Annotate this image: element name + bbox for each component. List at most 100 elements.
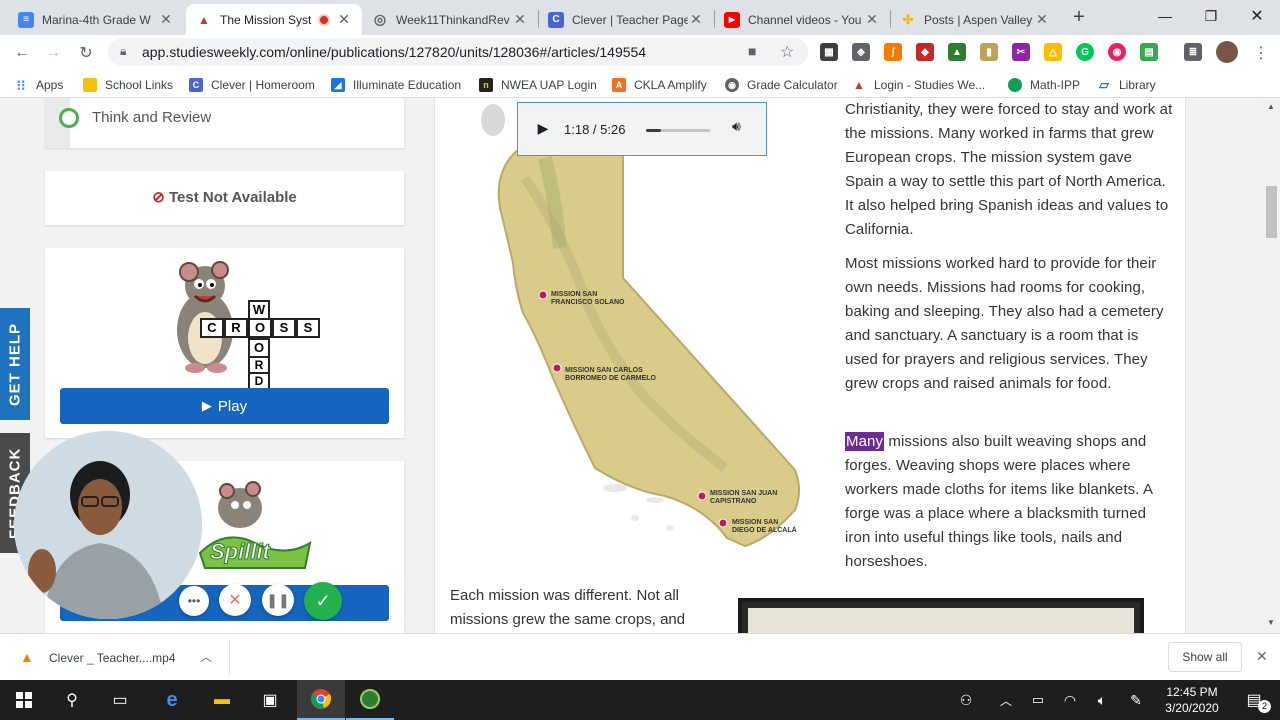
bookmark-clever[interactable]: C Clever | Homeroom: [189, 76, 315, 94]
browser-tab-5[interactable]: ▶ Channel videos - You ✕: [714, 4, 890, 35]
cancel-recording-button[interactable]: ✕: [219, 584, 251, 616]
download-divider: [229, 640, 230, 674]
browser-tab-3[interactable]: ◎ Week11ThinkandRev ✕: [362, 4, 538, 35]
chrome-taskbar-icon[interactable]: [297, 680, 345, 720]
screencast-app-icon[interactable]: [346, 680, 394, 720]
prohibited-icon: ⊘: [152, 189, 165, 206]
map-label-capistrano: MISSION SAN JUAN CAPISTRANO: [710, 490, 778, 505]
bookmark-math-ipp[interactable]: Math-IPP: [1008, 76, 1080, 94]
menu-kebab-icon[interactable]: ⋮: [1248, 40, 1274, 66]
highlighted-word[interactable]: Many: [845, 432, 885, 451]
tab-close-icon[interactable]: ✕: [1034, 11, 1050, 28]
close-window-button[interactable]: ✕: [1234, 0, 1280, 32]
url-text[interactable]: app.studiesweekly.com/online/publication…: [142, 44, 646, 60]
extension-icon-3[interactable]: ʃ: [884, 43, 902, 61]
extension-icon-1[interactable]: ▦: [820, 43, 838, 61]
extension-icon-10[interactable]: ◉: [1108, 43, 1126, 61]
bookmark-label: School Links: [105, 78, 174, 92]
download-options-chevron-icon[interactable]: ︿: [200, 648, 212, 665]
reading-list-icon[interactable]: ≣: [1184, 43, 1202, 61]
audio-time: 1:18 / 5:26: [564, 122, 626, 137]
store-icon[interactable]: ▣: [246, 680, 294, 720]
more-options-button[interactable]: •••: [179, 586, 209, 616]
close-download-bar-icon[interactable]: ✕: [1256, 648, 1268, 665]
search-icon[interactable]: ⚲: [48, 680, 96, 720]
crossword-play-button[interactable]: ▶ Play: [60, 388, 389, 424]
new-tab-button[interactable]: +: [1068, 6, 1090, 28]
article-paragraph-4: Each mission was different. Not all miss…: [450, 587, 686, 628]
extension-icon-6[interactable]: ▮: [980, 43, 998, 61]
progress-circle-icon: [59, 108, 79, 128]
tab-title: Posts | Aspen Valley: [924, 12, 1033, 27]
tab-close-icon[interactable]: ✕: [336, 11, 352, 28]
grammarly-icon[interactable]: G: [1076, 43, 1094, 61]
pen-ink-icon[interactable]: ✎: [1112, 680, 1160, 720]
pause-recording-button[interactable]: ❚❚: [262, 584, 294, 616]
tab-close-icon[interactable]: ✕: [864, 11, 880, 28]
bookmark-grade-calc[interactable]: ◉ Grade Calculator: [725, 76, 838, 94]
think-review-card[interactable]: Think and Review: [45, 98, 404, 148]
folder-icon: [83, 78, 97, 92]
paragraph-3-text: missions also built weaving shops and fo…: [845, 433, 1153, 570]
forward-button[interactable]: →: [40, 40, 66, 66]
download-filename[interactable]: Clever _ Teacher....mp4: [49, 651, 176, 665]
profile-avatar[interactable]: [1216, 41, 1238, 63]
screencast-logo-icon: [360, 689, 380, 709]
show-all-button[interactable]: Show all: [1168, 642, 1242, 672]
vlc-cone-icon: ▲: [20, 649, 34, 665]
audio-progress-fill: [646, 129, 662, 132]
extension-icon-7[interactable]: ✂: [1012, 43, 1030, 61]
camera-blocked-icon[interactable]: ■: [748, 43, 756, 59]
browser-tab-1[interactable]: ≡ Marina-4th Grade W ✕: [8, 4, 184, 35]
bookmark-school-links[interactable]: School Links: [83, 76, 173, 94]
back-button[interactable]: ←: [9, 40, 35, 66]
audio-play-button[interactable]: ▶: [532, 117, 554, 139]
audio-progress-track[interactable]: [646, 129, 710, 132]
scroll-up-arrow-icon[interactable]: ▲: [1267, 102, 1275, 111]
finish-recording-button[interactable]: ✓: [304, 582, 342, 620]
action-center-icon[interactable]: ▤ 2: [1230, 680, 1278, 720]
windows-start-icon[interactable]: [0, 680, 48, 720]
browser-tab-2-active[interactable]: ▲ The Mission Syst ✕: [186, 4, 362, 35]
studies-weekly-icon: ▲: [853, 78, 865, 92]
scroll-down-arrow-icon[interactable]: ▼: [1267, 618, 1275, 627]
spillit-logo-text: Spillit: [210, 539, 271, 565]
bookmark-ckla[interactable]: A CKLA Amplify: [612, 76, 707, 94]
photo-content: [748, 608, 1134, 633]
clock[interactable]: 12:45 PM 3/20/2020: [1160, 684, 1224, 716]
audio-player: ▶ 1:18 / 5:26 🔊︎: [517, 102, 767, 156]
reload-button[interactable]: ↻: [73, 40, 99, 66]
bookmark-illuminate[interactable]: ◢ Illuminate Education: [331, 76, 461, 94]
classroom-icon[interactable]: ▤: [1140, 43, 1158, 61]
webcam-bubble[interactable]: [14, 431, 202, 619]
bookmark-apps[interactable]: ⁝⁝ Apps: [14, 76, 64, 94]
bookmark-star-icon[interactable]: ☆: [780, 42, 794, 62]
restore-button[interactable]: ❐: [1188, 0, 1234, 32]
extension-icon-5[interactable]: ▲: [948, 43, 966, 61]
illuminate-icon: ◢: [331, 78, 345, 92]
page-scrollbar[interactable]: ▲ ▼: [1263, 98, 1280, 633]
extension-icon-4[interactable]: ◆: [916, 43, 934, 61]
drive-icon[interactable]: △: [1044, 43, 1062, 61]
tab-close-icon[interactable]: ✕: [158, 11, 174, 28]
extension-icon-2[interactable]: ◈: [852, 43, 870, 61]
bookmark-library[interactable]: ▱ Library: [1097, 76, 1156, 94]
browser-tab-6[interactable]: ✣ Posts | Aspen Valley ✕: [890, 4, 1060, 35]
windows-taskbar: ⚲ ▭ e ▬ ▣ ⚇ ︿ ▭ ◠ 🔈︎ ✎ 12:45 PM 3/20/202…: [0, 680, 1280, 720]
task-view-icon[interactable]: ▭: [96, 680, 144, 720]
browser-tab-4[interactable]: C Clever | Teacher Page ✕: [538, 4, 714, 35]
bookmark-studies-weekly[interactable]: ▲ Login - Studies We...: [852, 76, 985, 94]
amplify-icon: A: [612, 78, 626, 92]
clever-favicon-icon: C: [548, 11, 564, 28]
scrollbar-thumb[interactable]: [1266, 186, 1277, 238]
volume-icon[interactable]: 🔊︎: [732, 118, 741, 135]
minimize-button[interactable]: —: [1142, 0, 1188, 32]
tab-close-icon[interactable]: ✕: [688, 11, 704, 28]
bookmark-nwea[interactable]: n NWEA UAP Login: [479, 76, 597, 94]
edge-icon[interactable]: e: [148, 680, 196, 720]
map-label-carmelo: MISSION SAN CARLOS BORROMEO DE CARMELO: [565, 367, 656, 382]
get-help-tab[interactable]: GET HELP: [0, 308, 30, 420]
file-explorer-icon[interactable]: ▬: [198, 680, 246, 720]
address-bar[interactable]: 🔒︎ app.studiesweekly.com/online/publicat…: [108, 38, 808, 66]
tab-close-icon[interactable]: ✕: [512, 11, 528, 28]
